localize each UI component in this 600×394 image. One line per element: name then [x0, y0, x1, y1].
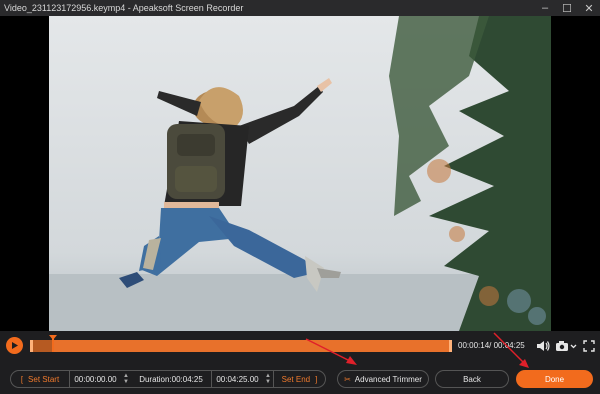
snapshot-button[interactable]: [555, 337, 577, 354]
chevron-down-icon[interactable]: ▼: [123, 379, 129, 385]
set-end-button[interactable]: Set End ]: [273, 371, 325, 387]
window-title: Video_231123172956.keymp4 - Apeaksoft Sc…: [4, 3, 244, 13]
minimize-button[interactable]: –: [534, 0, 556, 16]
timecode: 00:00:14/ 00:04:25: [458, 341, 525, 350]
maximize-button[interactable]: ☐: [556, 0, 578, 16]
advanced-trimmer-label: Advanced Trimmer: [354, 374, 422, 384]
scissors-icon: ✂: [344, 374, 351, 384]
start-time-input[interactable]: 00:00:00.00: [69, 371, 121, 387]
bracket-right-icon: ]: [315, 374, 318, 384]
volume-button[interactable]: [535, 337, 551, 354]
trim-track[interactable]: [30, 335, 452, 352]
close-button[interactable]: ✕: [578, 0, 600, 16]
window-controls: – ☐ ✕: [534, 0, 600, 16]
timeline-row: 00:00:14/ 00:04:25: [0, 331, 600, 361]
end-time-input[interactable]: 00:04:25.00: [211, 371, 263, 387]
done-button[interactable]: Done: [516, 370, 593, 388]
start-time-stepper[interactable]: ▲ ▼: [121, 371, 131, 387]
trim-time-group: [ Set Start 00:00:00.00 ▲ ▼ Duration:00:…: [10, 370, 326, 388]
fullscreen-icon: [583, 339, 595, 352]
advanced-trimmer-button[interactable]: ✂ Advanced Trimmer: [337, 370, 429, 388]
video-frame: [49, 16, 551, 331]
player-tools: [535, 337, 597, 354]
volume-icon: [537, 340, 550, 351]
play-icon: [12, 342, 18, 349]
set-start-button[interactable]: [ Set Start: [11, 371, 69, 387]
title-bar: Video_231123172956.keymp4 - Apeaksoft Sc…: [0, 0, 600, 16]
trim-end-handle[interactable]: [449, 340, 452, 352]
video-stage: [0, 16, 600, 331]
app-window: Video_231123172956.keymp4 - Apeaksoft Sc…: [0, 0, 600, 394]
set-start-label: Set Start: [28, 374, 60, 384]
bracket-left-icon: [: [20, 374, 24, 384]
duration-label: Duration:00:04:25: [139, 374, 203, 384]
video-preview[interactable]: [49, 16, 551, 331]
playhead[interactable]: [49, 335, 58, 352]
trim-start-handle[interactable]: [30, 340, 33, 352]
camera-icon: [556, 340, 577, 351]
end-time-stepper[interactable]: ▲ ▼: [263, 371, 273, 387]
back-button[interactable]: Back: [435, 370, 509, 388]
fullscreen-button[interactable]: [581, 337, 597, 354]
trim-controls: [ Set Start 00:00:00.00 ▲ ▼ Duration:00:…: [0, 361, 600, 394]
play-button[interactable]: [6, 337, 23, 354]
chevron-down-icon[interactable]: ▼: [265, 379, 271, 385]
set-end-label: Set End: [281, 374, 311, 384]
played-fill: [30, 340, 53, 352]
